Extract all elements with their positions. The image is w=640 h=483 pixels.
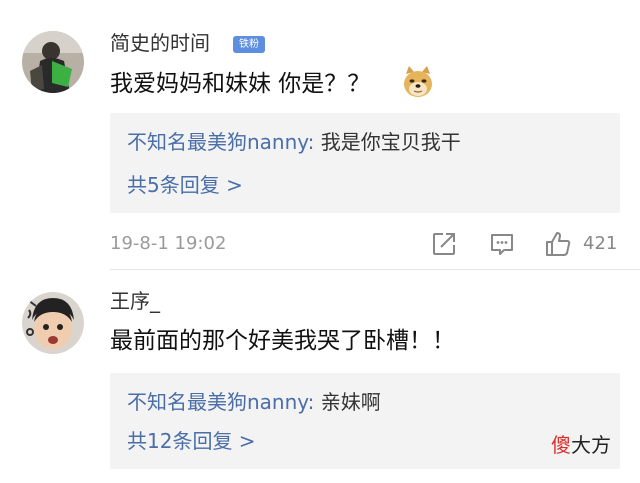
reply-content: 我是你宝贝我干 (320, 130, 461, 154)
reply-line: 不知名最美狗nanny: 我是你宝贝我干 (127, 129, 461, 155)
fan-badge: 铁粉 (233, 36, 265, 53)
comment-item: 王序_ 最前面的那个好美我哭了卧槽！！ 不知名最美狗nanny: 亲妹啊 共12… (0, 270, 640, 483)
like-count: 421 (583, 233, 618, 254)
more-replies-link[interactable]: 共5条回复 > (127, 172, 243, 198)
comment-text: 最前面的那个好美我哭了卧槽！！ (110, 328, 455, 354)
reply-separator: : (307, 390, 321, 414)
comment-text: 我爱妈妈和妹妹 你是？？ (110, 71, 371, 97)
doge-emoji-icon (400, 64, 436, 100)
reply-preview[interactable]: 不知名最美狗nanny: 我是你宝贝我干 共5条回复 > (110, 113, 620, 213)
avatar[interactable] (22, 292, 84, 354)
reply-content: 亲妹啊 (320, 390, 381, 414)
username[interactable]: 简史的时间 (110, 30, 210, 56)
avatar[interactable] (22, 31, 84, 93)
reply-line: 不知名最美狗nanny: 亲妹啊 (127, 389, 381, 415)
comment-icon[interactable] (488, 230, 516, 258)
comment-item: 简史的时间 铁粉 我爱妈妈和妹妹 你是？？ 不知名最美狗nanny: 我是你宝贝… (0, 0, 640, 270)
watermark-text: 大方 (571, 433, 611, 457)
comment-meta: 19-8-1 19:02 421 (0, 229, 640, 259)
reply-preview[interactable]: 不知名最美狗nanny: 亲妹啊 共12条回复 > (110, 373, 620, 469)
watermark: 傻大方 (551, 432, 611, 458)
reply-author[interactable]: 不知名最美狗nanny (127, 130, 308, 154)
share-icon[interactable] (430, 230, 458, 258)
timestamp: 19-8-1 19:02 (110, 233, 227, 254)
watermark-accent-char: 傻 (551, 433, 571, 457)
reply-separator: : (307, 130, 321, 154)
more-replies-link[interactable]: 共12条回复 > (127, 428, 256, 454)
like-icon[interactable] (544, 230, 572, 258)
username[interactable]: 王序_ (110, 288, 160, 314)
reply-author[interactable]: 不知名最美狗nanny (127, 390, 308, 414)
